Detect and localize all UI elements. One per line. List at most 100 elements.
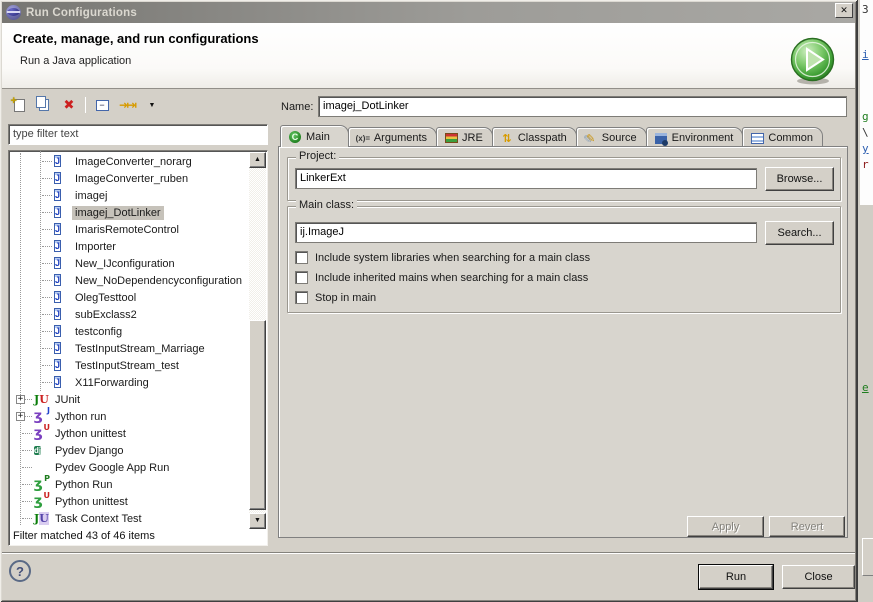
tree-item-label: imagej_DotLinker [72,206,164,220]
tab-classpath[interactable]: ⇅ Classpath [492,127,577,147]
checkbox-label: Include inherited mains when searching f… [315,272,588,284]
tree-item-label: ImageConverter_ruben [72,172,191,186]
tree-item-python-unittest[interactable]: ʒUPython unittest [10,493,249,510]
java-app-icon: J [54,206,68,220]
main-class-group-legend: Main class: [296,199,357,211]
tab-label: Main [306,131,330,143]
arrow-up-icon: ▲ [254,156,261,163]
filter-menu-dropdown-button[interactable]: ▼ [143,96,161,114]
tree-item-importer[interactable]: J Importer [10,238,249,255]
checkbox-label: Include system libraries when searching … [315,252,590,264]
tree-item-x11forwarding[interactable]: JX11Forwarding [10,374,249,391]
duplicate-config-button[interactable] [35,96,53,114]
browse-button[interactable]: Browse... [765,167,834,191]
tree-connector [42,161,52,162]
classpath-tab-icon: ⇅ [500,132,514,144]
search-button[interactable]: Search... [765,221,834,245]
run-button[interactable]: Run [699,565,773,589]
tree-item-olegtesttool[interactable]: JOlegTesttool [10,289,249,306]
tab-main[interactable]: C Main [280,125,349,147]
tree-item-testconfig[interactable]: Jtestconfig [10,323,249,340]
background-button-fragment [862,538,873,576]
tree-expander-icon[interactable]: + [16,412,25,421]
tree-item-new-ijconfiguration[interactable]: JNew_IJconfiguration [10,255,249,272]
dialog-header: Create, manage, and run configurations R… [2,23,855,89]
tree-item-junit[interactable]: +JUJUnit [10,391,249,408]
new-config-button[interactable]: + [10,96,28,114]
scroll-up-button[interactable]: ▲ [249,152,266,168]
tree-item-label: Python Run [52,478,115,492]
tree-item-subexclass2[interactable]: JsubExclass2 [10,306,249,323]
java-app-icon: J [54,240,68,254]
checkbox-row: Include inherited mains when searching f… [295,271,588,284]
main-tab-icon: C [288,131,302,143]
run-configurations-dialog: Run Configurations ✕ Create, manage, and… [0,0,857,602]
tree-item-label: New_IJconfiguration [72,257,178,271]
background-text-fragment: \ [862,126,869,139]
tree-scrollbar[interactable]: ▲ ▼ [249,152,266,529]
close-window-button[interactable]: ✕ [835,3,853,18]
checkbox-unchecked[interactable] [295,291,308,304]
background-text-fragment: 3 [862,3,869,16]
tree-item-new-nodependencyconfiguration[interactable]: JNew_NoDependencyconfiguration [10,272,249,289]
tab-label: Source [602,132,637,144]
pydev-django-icon: dj [34,444,48,458]
tree-item-label: ImarisRemoteControl [72,223,182,237]
tree-item-jython-unittest[interactable]: ʒUJython unittest [10,425,249,442]
delete-config-button[interactable]: ✖ [60,96,78,114]
jython-unittest-icon: ʒU [34,427,48,441]
tree-connector [42,382,52,383]
tree-item-pydev-django[interactable]: dj Pydev Django [10,442,249,459]
revert-button[interactable]: Revert [769,516,845,537]
tree-item-imagej-dotlinker[interactable]: Jimagej_DotLinker [10,204,249,221]
checkbox-unchecked[interactable] [295,251,308,264]
filter-input[interactable]: type filter text [8,124,268,145]
tree-expander-icon[interactable]: + [16,395,25,404]
main-class-input[interactable]: ij.ImageJ [295,222,757,243]
tree-item-testinputstream-test[interactable]: JTestInputStream_test [10,357,249,374]
close-button[interactable]: Close [782,565,855,589]
collapse-all-icon: − [96,100,109,111]
collapse-all-button[interactable]: − [93,96,111,114]
filter-configs-button[interactable]: ⇥⇥ [118,96,136,114]
tree-item-label: Pydev Django [52,444,127,458]
junit-icon: JU [34,393,48,407]
tab-arguments[interactable]: (x)=Arguments [348,127,437,147]
tab-source[interactable]: ✎Source [576,127,647,147]
background-text-fragment: i [862,48,869,61]
apply-button[interactable]: Apply [687,516,764,537]
tree-item-label: OlegTesttool [72,291,139,305]
tree-item-imageconverter-norarg[interactable]: JImageConverter_norarg [10,153,249,170]
tree-item-imageconverter-ruben[interactable]: J ImageConverter_ruben [10,170,249,187]
tree-item-task-context-test[interactable]: JUTask Context Test [10,510,249,527]
scrollbar-thumb[interactable] [249,320,266,510]
tab-label: Classpath [518,132,567,144]
background-window-strip: 3ig\yre [856,0,873,602]
background-editor-area [860,0,873,205]
tree-connector [22,433,32,434]
tab-common[interactable]: Common [742,127,823,147]
close-icon: ✕ [840,5,848,15]
tab-jre[interactable]: JRE [436,127,493,147]
java-app-icon: J [54,172,68,186]
tab-environment[interactable]: Environment [646,127,744,147]
checkbox-row: Include system libraries when searching … [295,251,590,264]
project-input[interactable]: LinkerExt [295,168,757,189]
tree-item-label: subExclass2 [72,308,140,322]
tree-item-label: Importer [72,240,119,254]
checkbox-row: Stop in main [295,291,376,304]
scroll-down-button[interactable]: ▼ [249,513,266,529]
tree-item-label: ImageConverter_norarg [72,155,195,169]
name-input[interactable]: imagej_DotLinker [318,96,847,117]
tree-item-imagej[interactable]: Jimagej [10,187,249,204]
checkbox-label: Stop in main [315,292,376,304]
tree-item-testinputstream-marriage[interactable]: JTestInputStream_Marriage [10,340,249,357]
tree-item-imarisremotecontrol[interactable]: JImarisRemoteControl [10,221,249,238]
help-button[interactable]: ? [9,560,31,582]
configurations-tree[interactable]: JImageConverter_norargJImageConverter_ru… [8,150,268,546]
checkbox-unchecked[interactable] [295,271,308,284]
title-bar[interactable]: Run Configurations [2,2,855,23]
configurations-toolbar: + ✖ −⇥⇥ ▼ [10,94,161,116]
new-config-icon: + [14,99,25,112]
tree-item-label: Jython run [52,410,109,424]
